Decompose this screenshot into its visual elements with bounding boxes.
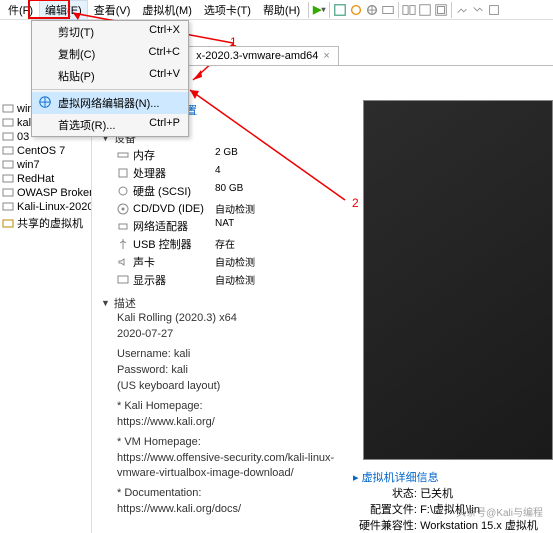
menu-view[interactable]: 查看(V): [88, 0, 137, 20]
menu-vm[interactable]: 虚拟机(M): [136, 0, 198, 20]
network-icon: [38, 95, 52, 109]
menu-edit[interactable]: 编辑(E): [39, 0, 88, 20]
cd-icon: [117, 203, 129, 215]
menu-cut[interactable]: 剪切(T)Ctrl+X: [32, 21, 188, 43]
sidebar-item[interactable]: Kali-Linux-2020: [2, 200, 89, 214]
vm-icon: [2, 201, 14, 213]
close-icon[interactable]: ×: [323, 50, 329, 62]
play-button[interactable]: ▶▾: [311, 2, 327, 18]
tab[interactable]: x-2020.3-vmware-amd64×: [187, 46, 339, 65]
toolbar-icon[interactable]: [332, 2, 348, 18]
menu-vnet-editor[interactable]: 虚拟网络编辑器(N)...: [32, 92, 188, 114]
cpu-icon: [117, 167, 129, 179]
vm-details: ▸ 虚拟机详细信息 状态: 已关机 配置文件: F:\虚拟机\lin 硬件兼容性…: [353, 469, 551, 533]
menu-paste[interactable]: 粘贴(P)Ctrl+V: [32, 65, 188, 87]
menu-tabs[interactable]: 选项卡(T): [198, 0, 257, 20]
edit-dropdown: 剪切(T)Ctrl+X 复制(C)Ctrl+C 粘贴(P)Ctrl+V 虚拟网络…: [31, 20, 189, 137]
separator: [308, 2, 309, 18]
toolbar-icon[interactable]: [364, 2, 380, 18]
vm-icon: [2, 117, 14, 129]
menubar: 件(F) 编辑(E) 查看(V) 虚拟机(M) 选项卡(T) 帮助(H) ▶▾: [0, 0, 553, 20]
vm-icon: [2, 103, 14, 115]
separator: [329, 2, 330, 18]
vm-icon: [2, 159, 14, 171]
toolbar-icon[interactable]: [380, 2, 396, 18]
toolbar-icon[interactable]: [470, 2, 486, 18]
sound-icon: [117, 256, 129, 268]
menu-copy[interactable]: 复制(C)Ctrl+C: [32, 43, 188, 65]
sidebar-item[interactable]: CentOS 7: [2, 144, 89, 158]
menu-file[interactable]: 件(F): [2, 0, 39, 20]
toolbar-icon[interactable]: [454, 2, 470, 18]
menu-preferences[interactable]: 首选项(R)...Ctrl+P: [32, 114, 188, 136]
desc-text: https://www.offensive-security.com/kali-…: [117, 451, 347, 483]
memory-icon: [117, 149, 129, 161]
usb-icon: [117, 238, 129, 250]
sidebar-item[interactable]: RedHat: [2, 172, 89, 186]
toolbar-icon[interactable]: [433, 2, 449, 18]
section-header: 描述: [114, 295, 136, 311]
vm-preview: [363, 100, 553, 460]
details-header: 虚拟机详细信息: [362, 472, 439, 484]
toolbar-icon[interactable]: [401, 2, 417, 18]
separator: [451, 2, 452, 18]
vm-icon: [2, 173, 14, 185]
toolbar-icon[interactable]: [417, 2, 433, 18]
vm-icon: [2, 187, 14, 199]
vm-icon: [2, 131, 14, 143]
separator: [32, 89, 188, 90]
folder-icon: [2, 217, 14, 229]
sidebar-item[interactable]: OWASP Broken: [2, 186, 89, 200]
sidebar-item[interactable]: win7: [2, 158, 89, 172]
vm-sidebar: win10 kali 03 CentOS 7 win7 RedHat OWASP…: [0, 100, 92, 533]
sidebar-item[interactable]: 共享的虚拟机: [2, 214, 89, 232]
watermark: 头条号@Kali与编程: [456, 504, 543, 519]
network-icon: [117, 220, 129, 232]
display-icon: [117, 274, 129, 286]
separator: [398, 2, 399, 18]
toolbar-icon[interactable]: [348, 2, 364, 18]
toolbar-icon[interactable]: [486, 2, 502, 18]
vm-icon: [2, 145, 14, 157]
disk-icon: [117, 185, 129, 197]
menu-help[interactable]: 帮助(H): [257, 0, 306, 20]
